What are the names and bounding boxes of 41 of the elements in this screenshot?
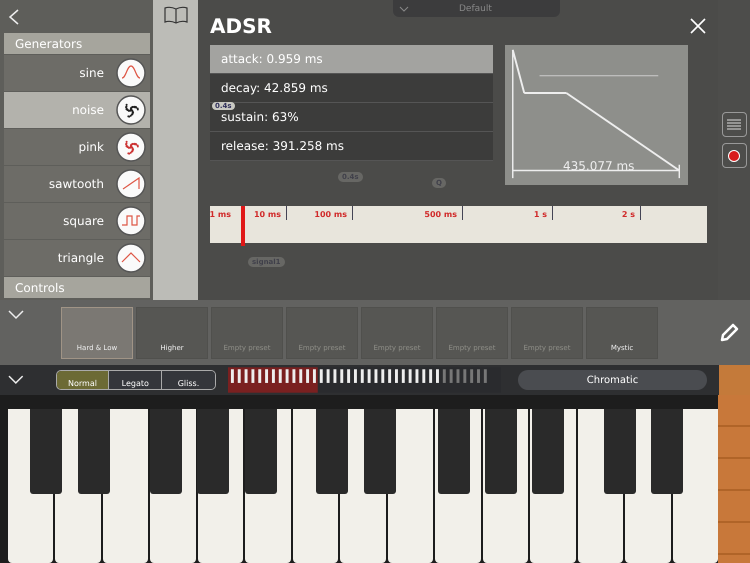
ruler-tick-label: 100 ms <box>314 210 347 219</box>
ruler-tick-label: 10 ms <box>254 210 281 219</box>
chevron-down-icon <box>399 6 409 12</box>
close-icon[interactable] <box>690 18 706 34</box>
square-wave-icon <box>116 206 146 236</box>
ruler-tick-label: 2 s <box>622 210 635 219</box>
preset-dropdown[interactable]: Default <box>393 0 560 17</box>
ruler-tick-label: 1 s <box>534 210 547 219</box>
wood-trim <box>718 365 750 395</box>
envelope-duration: 435.077 ms <box>563 159 634 173</box>
generator-item[interactable]: sawtooth <box>4 166 150 202</box>
generator-item[interactable]: sine <box>4 55 150 91</box>
sine-wave-icon <box>116 58 146 88</box>
generator-item[interactable]: triangle <box>4 240 150 276</box>
generator-item[interactable]: square <box>4 203 150 239</box>
chevron-down-icon[interactable] <box>8 375 24 385</box>
triangle-wave-icon <box>116 243 146 273</box>
ruler-tick-label: 1 ms <box>210 210 231 219</box>
book-icon[interactable] <box>162 6 188 24</box>
back-icon[interactable] <box>8 8 20 24</box>
envelope-parameter[interactable]: decay: 42.859 ms <box>210 74 493 103</box>
time-marker[interactable] <box>240 206 245 246</box>
play-mode-tab[interactable]: Legato <box>109 371 162 389</box>
envelope-parameter[interactable]: release: 391.258 ms <box>210 132 493 161</box>
scale-selector[interactable]: Chromatic <box>518 370 707 390</box>
menu-icon <box>726 118 742 132</box>
generator-item[interactable]: pink <box>4 129 150 165</box>
time-ruler[interactable]: 1 ms 10 ms 100 ms 500 ms 1 s 2 s <box>210 206 707 243</box>
pencil-icon[interactable] <box>718 322 740 344</box>
panel-title: ADSR <box>210 14 272 38</box>
play-mode-tab[interactable]: Gliss. <box>162 371 215 389</box>
preset-name: Default <box>459 4 492 14</box>
chevron-down-icon[interactable] <box>8 310 24 320</box>
sawtooth-wave-icon <box>116 169 146 199</box>
record-icon <box>728 150 740 162</box>
record-button[interactable] <box>722 143 746 168</box>
list-button[interactable] <box>722 112 746 137</box>
ruler-tick-label: 500 ms <box>424 210 457 219</box>
play-mode-tab[interactable]: Normal <box>56 371 110 389</box>
scatter-dots-icon <box>116 132 146 162</box>
scatter-dots-icon <box>116 95 146 125</box>
